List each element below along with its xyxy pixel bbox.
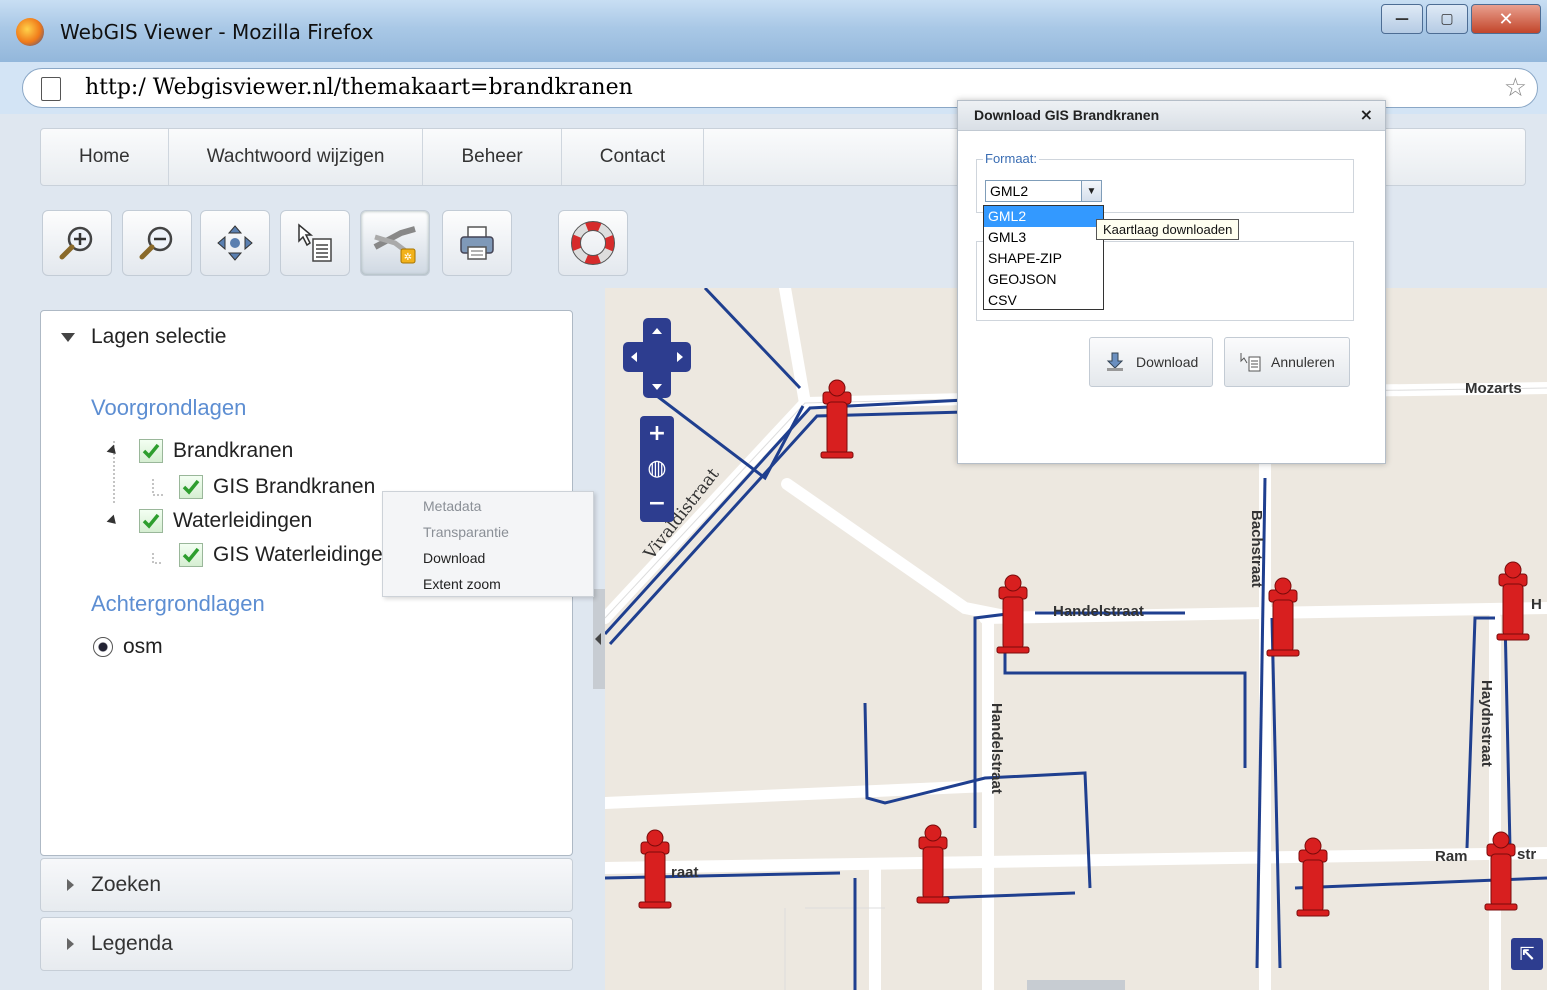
accordion-zoeken[interactable]: Zoeken [40,858,573,912]
svg-text:✲: ✲ [404,252,412,263]
dialog-close-icon[interactable]: × [1360,105,1373,124]
map-zoom-in-icon[interactable]: + [640,416,674,451]
layer-label: Brandkranen [173,439,294,462]
download-layer-icon: ✲ [373,226,416,264]
dialog-header: Download GIS Brandkranen × [958,101,1385,131]
checkbox-checked-icon[interactable] [179,543,203,567]
checkbox-checked-icon[interactable] [139,509,163,533]
maximize-icon[interactable]: ▢ [1426,4,1468,34]
pan-control[interactable] [623,318,691,398]
download-layer-button[interactable]: ✲ [360,210,430,276]
radio-selected-icon[interactable] [93,637,113,657]
map-zoom-out-icon[interactable]: − [640,486,674,521]
pan-icon [217,225,253,261]
dropdown-arrow-icon[interactable]: ▼ [1081,181,1101,201]
bottom-collapse-tab[interactable] [1027,980,1125,990]
collapse-arrow-icon[interactable] [61,333,75,342]
page-icon [41,77,61,101]
accordion-label: Legenda [91,932,173,955]
print-button[interactable] [442,210,512,276]
street-label: str [1517,846,1537,863]
format-option[interactable]: GEOJSON [984,269,1103,290]
overview-map-toggle-icon[interactable]: ⇱ [1511,938,1543,970]
tooltip: Kaartlaag downloaden [1096,219,1240,240]
identify-icon [298,223,332,262]
layer-label: Waterleidingen [173,509,313,532]
format-select-value: GML2 [990,183,1029,199]
identify-button[interactable] [280,210,350,276]
layer-label: osm [123,635,163,658]
zoom-in-button[interactable] [42,210,112,276]
cancel-icon [1240,353,1261,372]
pan-button[interactable] [200,210,270,276]
context-item-transparantie: Transparantie [423,524,509,540]
zoom-out-button[interactable] [122,210,192,276]
menu-item-contact[interactable]: Contact [562,129,705,185]
street-label: raat [671,864,699,881]
expand-arrow-icon [67,879,74,891]
street-label: Bachstraat [1248,510,1265,588]
layer-group-waterleidingen[interactable]: Waterleidingen [139,509,312,533]
dialog-title: Download GIS Brandkranen [974,107,1160,123]
format-legend: Formaat: [983,151,1040,166]
lifebuoy-icon [571,221,615,265]
help-button[interactable] [558,210,628,276]
firefox-icon [16,18,44,46]
print-icon [460,226,494,260]
minimize-icon[interactable]: — [1381,4,1423,34]
accordion-legenda[interactable]: Legenda [40,917,573,971]
zoom-out-icon [139,226,173,260]
format-select[interactable]: GML2 ▼ [985,180,1102,202]
foreground-layers-heading: Voorgrondlagen [91,395,247,420]
zoom-in-icon [59,226,93,260]
globe-icon[interactable]: ◍ [640,451,674,486]
layer-label: GIS Waterleidingen [213,543,395,566]
zoom-control: + ◍ − [640,416,674,522]
layer-label: GIS Brandkranen [213,475,376,498]
checkbox-checked-icon[interactable] [179,475,203,499]
window-title-bar: WebGIS Viewer - Mozilla Firefox — ▢ ✕ [0,0,1547,62]
url-text[interactable]: http:/ Webgisviewer.nl/themakaart=brandk… [85,75,633,100]
street-label: Haydnstraat [1478,680,1495,767]
format-options-list: GML2 GML3 SHAPE-ZIP GEOJSON CSV [983,205,1104,310]
bookmark-star-icon[interactable]: ☆ [1504,73,1527,103]
download-button-label: Download [1136,354,1199,370]
format-option[interactable]: GML2 [984,206,1103,227]
expand-arrow-icon [67,938,74,950]
street-label: H [1531,596,1542,613]
download-button[interactable]: Download [1089,337,1214,387]
cancel-button-label: Annuleren [1271,354,1335,370]
window-controls: — ▢ ✕ [1381,4,1541,34]
format-option[interactable]: GML3 [984,227,1103,248]
close-window-icon[interactable]: ✕ [1471,4,1541,34]
street-label: Mozarts [1465,380,1522,397]
street-label: Handelstraat [1053,603,1144,620]
checkbox-checked-icon[interactable] [139,439,163,463]
menu-item-home[interactable]: Home [41,129,169,185]
context-item-extent-zoom[interactable]: Extent zoom [423,576,501,592]
context-item-download[interactable]: Download [423,550,485,566]
layer-gis-waterleidingen[interactable]: GIS Waterleidingen [179,543,394,567]
layers-panel-title: Lagen selectie [91,325,227,348]
download-icon [1106,352,1124,371]
street-label: Handelstraat [988,703,1005,794]
layer-gis-brandkranen[interactable]: GIS Brandkranen [179,475,375,499]
window-title: WebGIS Viewer - Mozilla Firefox [60,20,374,44]
menu-item-password[interactable]: Wachtwoord wijzigen [169,129,424,185]
background-layers-heading: Achtergrondlagen [91,591,265,616]
cancel-button[interactable]: Annuleren [1224,337,1350,387]
layer-context-menu: Metadata Transparantie Download Extent z… [382,491,594,597]
panel-splitter[interactable] [593,589,605,689]
format-option[interactable]: SHAPE-ZIP [984,248,1103,269]
menu-item-beheer[interactable]: Beheer [423,129,562,185]
layer-group-brandkranen[interactable]: Brandkranen [139,439,293,463]
format-option[interactable]: CSV [984,290,1103,311]
background-layer-osm[interactable]: osm [93,635,163,659]
street-label: Ram [1435,848,1468,865]
context-item-metadata: Metadata [423,498,482,514]
accordion-label: Zoeken [91,873,162,896]
